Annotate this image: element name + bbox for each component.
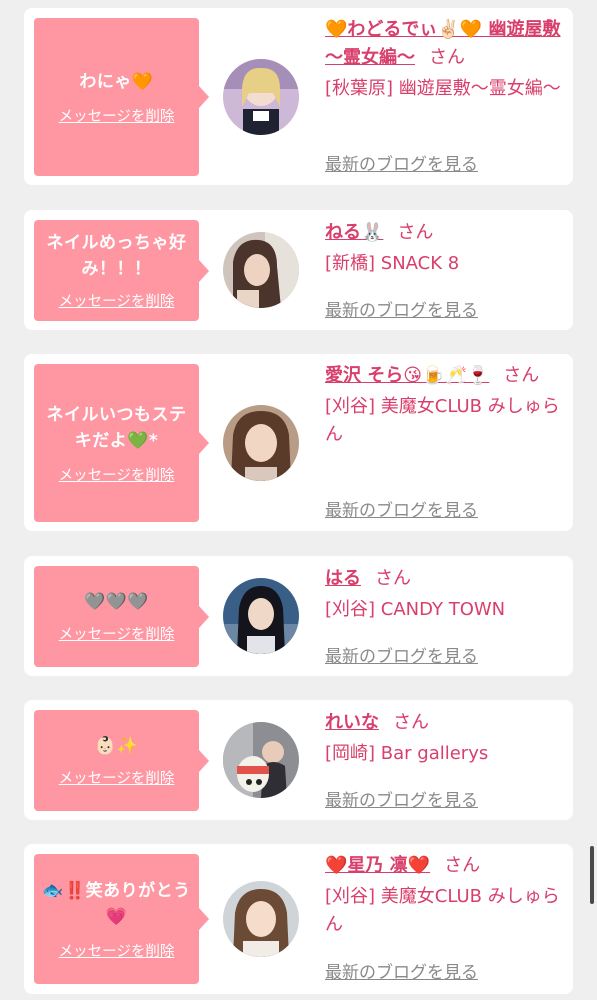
avatar[interactable] — [223, 59, 299, 135]
girl-name-line: 愛沢 そら😘🍺🥂🍷 さん — [325, 362, 561, 390]
girl-info: れいな さん [岡崎] Bar gallerys — [325, 709, 561, 768]
shop-name: [刈谷] 美魔女CLUB みしゅらん — [325, 396, 560, 445]
honorific: さん — [375, 568, 411, 589]
message-card: ネイルいつもステキだよ💚* メッセージを削除 愛沢 そら😘🍺🥂🍷 さん [刈谷] … — [24, 354, 573, 531]
latest-blog-link[interactable]: 最新のブログを見る — [325, 150, 478, 175]
honorific: さん — [444, 855, 481, 876]
message-bubble: ネイルいつもステキだよ💚* メッセージを削除 — [34, 364, 209, 522]
message-text: ネイルいつもステキだよ💚* — [46, 404, 187, 451]
girl-name-line: 🧡わどるでぃ✌🏻🧡 幽遊屋敷 〜霊女編〜 さん — [325, 16, 561, 72]
message-text: 🐟‼️笑ありがとう💗 — [42, 880, 191, 927]
avatar[interactable] — [223, 232, 299, 308]
girl-info: はる さん [刈谷] CANDY TOWN — [325, 565, 561, 624]
message-bubble: わにゃ🧡 メッセージを削除 — [34, 18, 209, 176]
message-bubble: 🩶🩶🩶 メッセージを削除 — [34, 566, 209, 667]
delete-message-link[interactable]: メッセージを削除 — [59, 940, 175, 961]
girl-info: ねる🐰 さん [新橋] SNACK 8 — [325, 219, 561, 278]
delete-message-link[interactable]: メッセージを削除 — [59, 464, 175, 485]
shop-name: [刈谷] CANDY TOWN — [325, 599, 506, 620]
latest-blog-link[interactable]: 最新のブログを見る — [325, 496, 478, 521]
shop-name: [秋葉原] 幽遊屋敷〜霊女編〜 — [325, 78, 561, 99]
message-bubble: 👶🏻✨ メッセージを削除 — [34, 710, 209, 811]
latest-blog-link[interactable]: 最新のブログを見る — [325, 642, 478, 667]
message-list: わにゃ🧡 メッセージを削除 🧡わどるでぃ✌🏻🧡 幽遊屋敷 〜霊女編〜 さん [秋葉… — [0, 0, 597, 1000]
latest-blog-link[interactable]: 最新のブログを見る — [325, 958, 478, 983]
message-card: 🐟‼️笑ありがとう💗 メッセージを削除 ❤️星乃 凛❤️ さん [刈谷] 美魔女C… — [24, 844, 573, 994]
honorific: さん — [503, 365, 540, 386]
latest-blog-link[interactable]: 最新のブログを見る — [325, 786, 478, 811]
message-card: わにゃ🧡 メッセージを削除 🧡わどるでぃ✌🏻🧡 幽遊屋敷 〜霊女編〜 さん [秋葉… — [24, 8, 573, 185]
girl-info: ❤️星乃 凛❤️ さん [刈谷] 美魔女CLUB みしゅらん — [325, 852, 561, 939]
girl-name-link[interactable]: 愛沢 そら😘🍺🥂🍷 — [325, 365, 489, 386]
avatar[interactable] — [223, 405, 299, 481]
delete-message-link[interactable]: メッセージを削除 — [59, 767, 175, 788]
avatar[interactable] — [223, 578, 299, 654]
scrollbar[interactable] — [590, 846, 594, 904]
girl-name-link[interactable]: ❤️星乃 凛❤️ — [325, 855, 430, 876]
avatar[interactable] — [223, 881, 299, 957]
message-text: 👶🏻✨ — [94, 736, 139, 756]
delete-message-link[interactable]: メッセージを削除 — [59, 105, 175, 126]
girl-name-link[interactable]: れいな — [325, 712, 379, 733]
shop-name: [新橋] SNACK 8 — [325, 253, 460, 274]
girl-info: 🧡わどるでぃ✌🏻🧡 幽遊屋敷 〜霊女編〜 さん [秋葉原] 幽遊屋敷〜霊女編〜 — [325, 16, 561, 103]
message-bubble: 🐟‼️笑ありがとう💗 メッセージを削除 — [34, 854, 209, 984]
girl-name-line: ねる🐰 さん — [325, 219, 561, 247]
shop-name: [刈谷] 美魔女CLUB みしゅらん — [325, 886, 560, 935]
girl-name-link[interactable]: はる — [325, 568, 361, 589]
message-text: 🩶🩶🩶 — [83, 592, 149, 612]
honorific: さん — [397, 222, 434, 243]
girl-name-line: ❤️星乃 凛❤️ さん — [325, 852, 561, 880]
shop-name: [岡崎] Bar gallerys — [325, 743, 489, 764]
girl-name-line: はる さん — [325, 565, 561, 593]
girl-name-link[interactable]: ねる🐰 — [325, 222, 383, 243]
message-card: 🩶🩶🩶 メッセージを削除 はる さん [刈谷] CANDY TOWN 最新のブログ… — [24, 556, 573, 676]
latest-blog-link[interactable]: 最新のブログを見る — [325, 296, 478, 321]
message-text: わにゃ🧡 — [79, 71, 154, 92]
honorific: さん — [429, 47, 465, 68]
message-text: ネイルめっちゃ好み！！！ — [46, 233, 187, 279]
girl-info: 愛沢 そら😘🍺🥂🍷 さん [刈谷] 美魔女CLUB みしゅらん — [325, 362, 561, 449]
message-card: 👶🏻✨ メッセージを削除 れいな さん [岡崎] Bar gallerys 最新の… — [24, 700, 573, 820]
avatar[interactable] — [223, 722, 299, 798]
honorific: さん — [393, 712, 429, 733]
delete-message-link[interactable]: メッセージを削除 — [59, 290, 175, 311]
message-bubble: ネイルめっちゃ好み！！！ メッセージを削除 — [34, 220, 209, 321]
delete-message-link[interactable]: メッセージを削除 — [59, 623, 175, 644]
girl-name-line: れいな さん — [325, 709, 561, 737]
message-card: ネイルめっちゃ好み！！！ メッセージを削除 ねる🐰 さん [新橋] SNACK 8… — [24, 210, 573, 330]
